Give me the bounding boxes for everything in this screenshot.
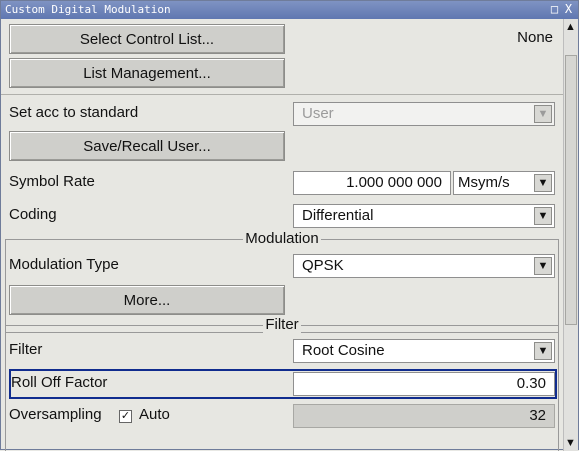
separator bbox=[1, 94, 563, 95]
auto-label: Auto bbox=[139, 406, 170, 423]
roll-off-factor-label: Roll Off Factor bbox=[11, 374, 108, 391]
control-list-status: None bbox=[517, 29, 553, 46]
filter-group-title: Filter bbox=[263, 316, 301, 333]
oversampling-label: Oversampling bbox=[9, 406, 102, 423]
auto-checkbox[interactable]: ✓ bbox=[119, 410, 132, 423]
title-bar: Custom Digital Modulation □ X bbox=[1, 1, 578, 19]
symbol-rate-value: 1.000 000 000 bbox=[346, 174, 442, 191]
modulation-group-title: Modulation bbox=[243, 230, 321, 247]
save-recall-user-button[interactable]: Save/Recall User... bbox=[9, 131, 285, 161]
dialog-content: Select Control List... None List Managem… bbox=[1, 19, 563, 451]
dropdown-arrow-icon[interactable]: ▼ bbox=[534, 342, 552, 360]
modulation-type-label: Modulation Type bbox=[9, 256, 119, 273]
coding-select[interactable]: Differential ▼ bbox=[293, 204, 555, 228]
restore-icon[interactable]: □ bbox=[548, 3, 561, 16]
scrollbar-thumb[interactable] bbox=[565, 55, 577, 325]
oversampling-field: 32 bbox=[293, 404, 555, 428]
roll-off-factor-input[interactable]: 0.30 bbox=[293, 372, 555, 396]
symbol-rate-unit-select[interactable]: Msym/s ▼ bbox=[453, 171, 555, 195]
dropdown-arrow-icon[interactable]: ▼ bbox=[534, 105, 552, 123]
vertical-scrollbar[interactable]: ▲ ▼ bbox=[563, 19, 578, 451]
modulation-type-value: QPSK bbox=[302, 257, 344, 274]
select-control-list-button[interactable]: Select Control List... bbox=[9, 24, 285, 54]
list-management-button[interactable]: List Management... bbox=[9, 58, 285, 88]
modulation-type-select[interactable]: QPSK ▼ bbox=[293, 254, 555, 278]
set-acc-standard-label: Set acc to standard bbox=[9, 104, 139, 121]
symbol-rate-input[interactable]: 1.000 000 000 bbox=[293, 171, 451, 195]
scroll-up-icon[interactable]: ▲ bbox=[565, 21, 576, 33]
window: Custom Digital Modulation □ X Select Con… bbox=[0, 0, 579, 451]
scroll-down-icon[interactable]: ▼ bbox=[565, 437, 576, 449]
symbol-rate-unit: Msym/s bbox=[458, 174, 510, 191]
roll-off-factor-value: 0.30 bbox=[516, 375, 546, 392]
standard-value: User bbox=[302, 105, 334, 122]
symbol-rate-label: Symbol Rate bbox=[9, 173, 95, 190]
standard-select[interactable]: User ▼ bbox=[293, 102, 555, 126]
filter-label: Filter bbox=[9, 341, 43, 358]
coding-label: Coding bbox=[9, 206, 57, 223]
filter-select[interactable]: Root Cosine ▼ bbox=[293, 339, 555, 363]
dropdown-arrow-icon[interactable]: ▼ bbox=[534, 207, 552, 225]
coding-value: Differential bbox=[302, 207, 374, 224]
close-icon[interactable]: X bbox=[562, 3, 575, 16]
dropdown-arrow-icon[interactable]: ▼ bbox=[534, 174, 552, 192]
oversampling-value: 32 bbox=[529, 407, 546, 424]
window-title: Custom Digital Modulation bbox=[5, 3, 171, 16]
more-button[interactable]: More... bbox=[9, 285, 285, 315]
filter-value: Root Cosine bbox=[302, 342, 385, 359]
dropdown-arrow-icon[interactable]: ▼ bbox=[534, 257, 552, 275]
